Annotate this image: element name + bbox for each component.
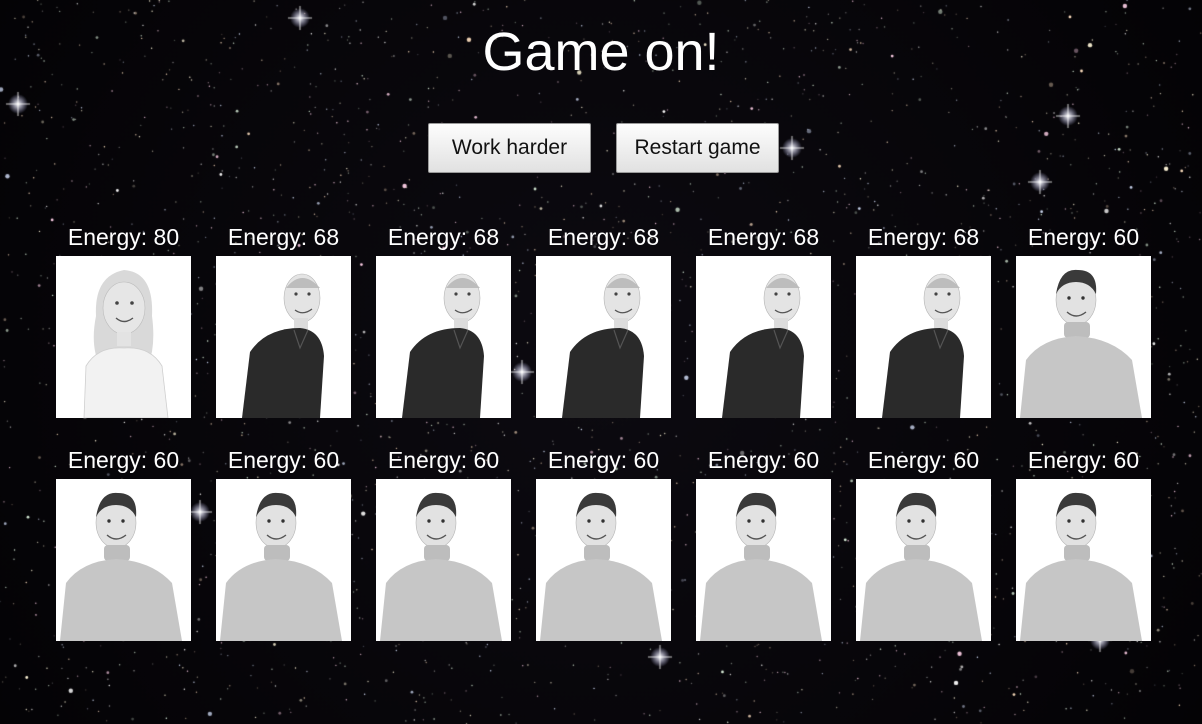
energy-label: Energy: 68 xyxy=(227,224,340,250)
worker-portrait[interactable] xyxy=(536,256,671,418)
energy-label: Energy: 68 xyxy=(707,224,820,250)
worker-portrait[interactable] xyxy=(56,479,191,641)
page-title: Game on! xyxy=(482,22,720,82)
worker-portrait[interactable] xyxy=(216,479,351,641)
worker-grid: Energy: 80 Energy: 68 Energy: 68 Energy: 68… xyxy=(56,222,1151,641)
energy-label: Energy: 60 xyxy=(547,447,660,473)
worker-portrait[interactable] xyxy=(696,256,831,418)
worker-card: Energy: 60 xyxy=(696,445,831,641)
worker-portrait[interactable] xyxy=(216,256,351,418)
worker-card: Energy: 60 xyxy=(1016,222,1151,418)
worker-portrait[interactable] xyxy=(536,479,671,641)
energy-label: Energy: 60 xyxy=(1027,224,1140,250)
game-page: Game on! Work harder Restart game Energy… xyxy=(0,0,1202,724)
restart-game-button[interactable]: Restart game xyxy=(616,123,779,173)
energy-label: Energy: 60 xyxy=(707,447,820,473)
worker-card: Energy: 60 xyxy=(56,445,191,641)
worker-card: Energy: 60 xyxy=(536,445,671,641)
work-harder-button[interactable]: Work harder xyxy=(428,123,591,173)
worker-portrait[interactable] xyxy=(56,256,191,418)
worker-card: Energy: 60 xyxy=(376,445,511,641)
worker-portrait[interactable] xyxy=(1016,479,1151,641)
energy-label: Energy: 60 xyxy=(1027,447,1140,473)
controls: Work harder Restart game xyxy=(428,123,779,173)
energy-label: Energy: 60 xyxy=(227,447,340,473)
worker-portrait[interactable] xyxy=(856,256,991,418)
worker-card: Energy: 60 xyxy=(856,445,991,641)
worker-card: Energy: 60 xyxy=(216,445,351,641)
worker-portrait[interactable] xyxy=(376,479,511,641)
worker-portrait[interactable] xyxy=(856,479,991,641)
energy-label: Energy: 68 xyxy=(547,224,660,250)
energy-label: Energy: 68 xyxy=(867,224,980,250)
worker-card: Energy: 60 xyxy=(1016,445,1151,641)
worker-portrait[interactable] xyxy=(1016,256,1151,418)
worker-card: Energy: 80 xyxy=(56,222,191,418)
energy-label: Energy: 68 xyxy=(387,224,500,250)
energy-label: Energy: 60 xyxy=(867,447,980,473)
energy-label: Energy: 60 xyxy=(387,447,500,473)
worker-portrait[interactable] xyxy=(696,479,831,641)
energy-label: Energy: 60 xyxy=(67,447,180,473)
worker-card: Energy: 68 xyxy=(216,222,351,418)
energy-label: Energy: 80 xyxy=(67,224,180,250)
worker-card: Energy: 68 xyxy=(696,222,831,418)
worker-portrait[interactable] xyxy=(376,256,511,418)
worker-card: Energy: 68 xyxy=(376,222,511,418)
worker-card: Energy: 68 xyxy=(856,222,991,418)
worker-card: Energy: 68 xyxy=(536,222,671,418)
